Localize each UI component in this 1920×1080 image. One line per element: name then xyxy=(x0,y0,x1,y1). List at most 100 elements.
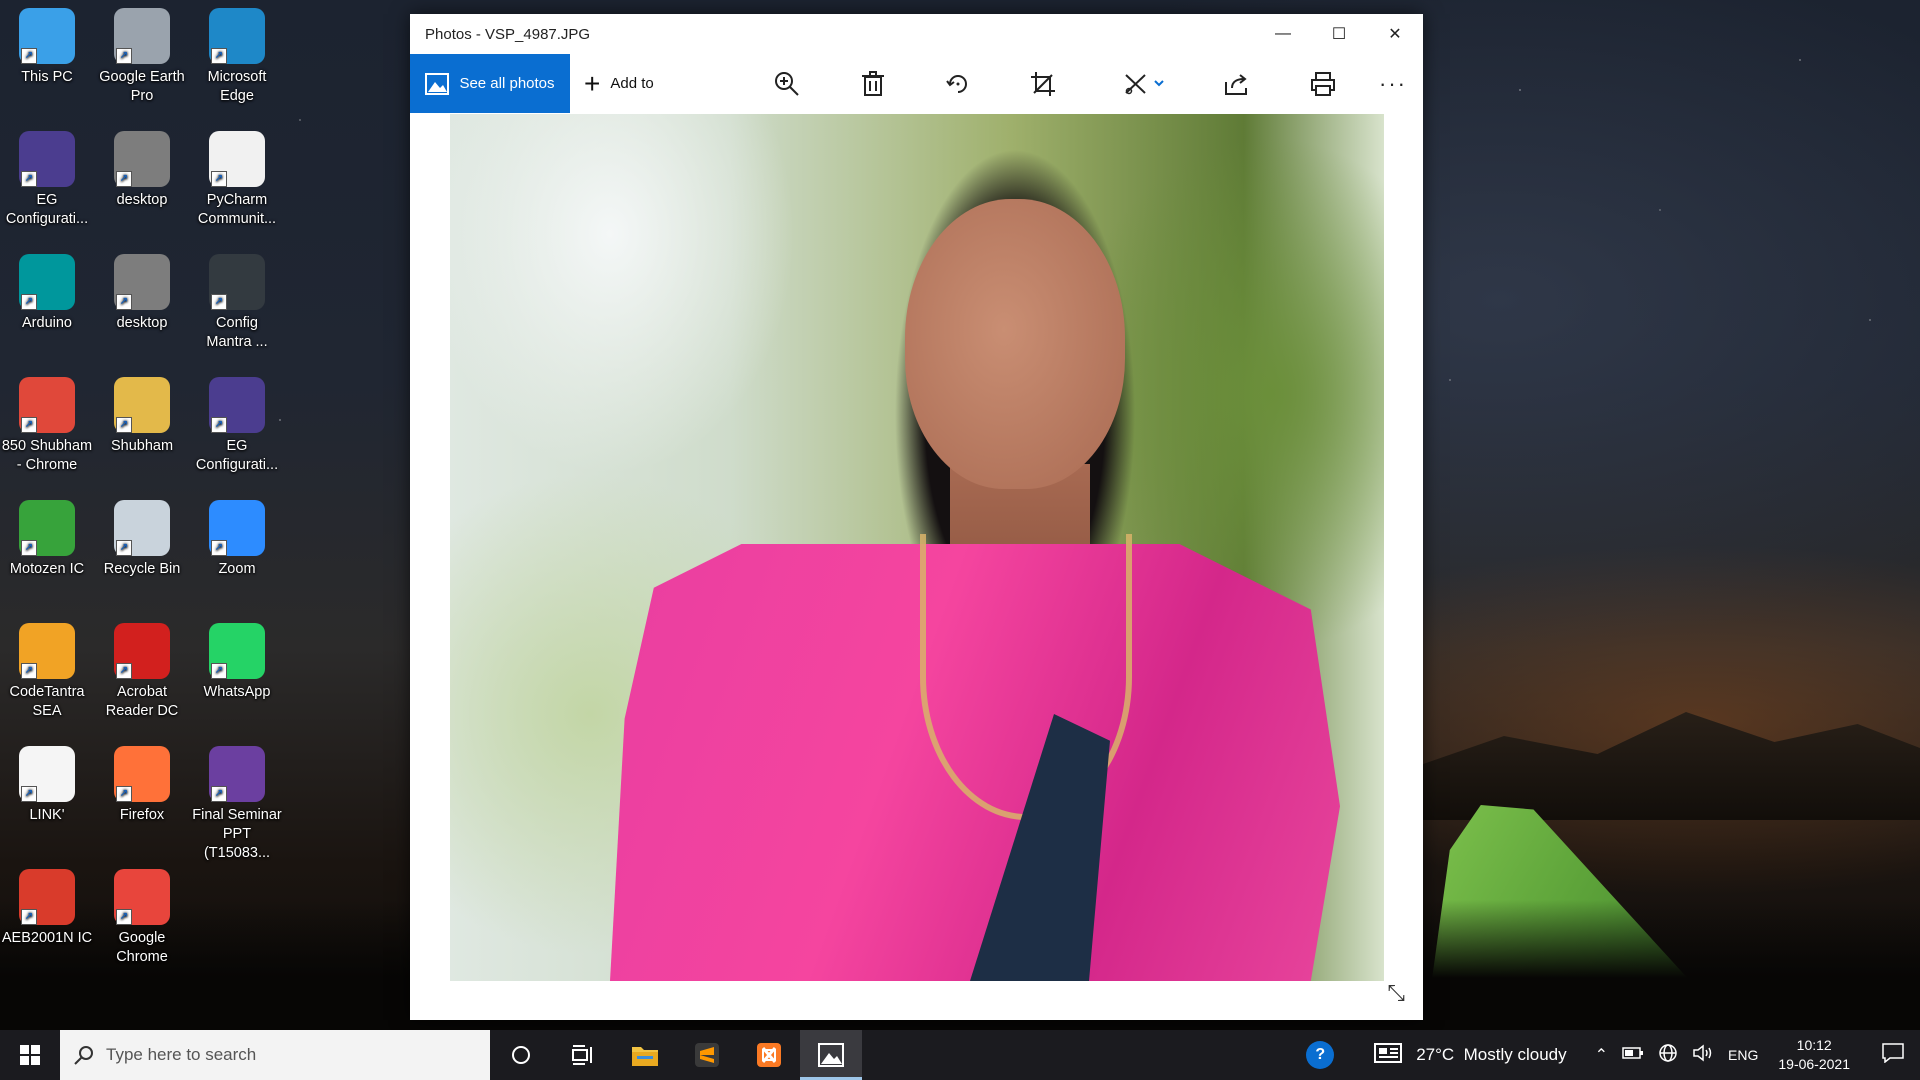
news-icon[interactable] xyxy=(1374,1042,1403,1068)
see-all-photos-button[interactable]: See all photos xyxy=(410,54,570,113)
system-tray: ? 27°C Mostly cloudy ⌃ ENG 10:12 19-06-2… xyxy=(1306,1030,1920,1080)
clock[interactable]: 10:12 19-06-2021 xyxy=(1778,1036,1850,1074)
desktop-icon-edge[interactable]: ↗ Microsoft Edge xyxy=(190,4,284,106)
xampp-icon xyxy=(757,1043,781,1067)
search-placeholder: Type here to search xyxy=(106,1045,257,1064)
config-mantra-icon: ↗ xyxy=(209,254,265,310)
user-folder-icon: ↗ xyxy=(114,377,170,433)
shortcut-arrow-icon: ↗ xyxy=(211,786,227,802)
desktop-icon-desktop-file[interactable]: ↗ desktop xyxy=(95,127,189,210)
share-icon[interactable] xyxy=(1222,69,1252,99)
ppt-file-icon: ↗ xyxy=(209,746,265,802)
maximize-button[interactable]: ☐ xyxy=(1311,14,1367,54)
shortcut-arrow-icon: ↗ xyxy=(21,417,37,433)
notification-center-icon[interactable] xyxy=(1882,1042,1904,1068)
delete-icon[interactable] xyxy=(858,69,888,99)
desktop-icon-pycharm-file[interactable]: ↗ PyCharm Communit... xyxy=(190,127,284,229)
desktop-icon-motozen[interactable]: ↗ Motozen IC xyxy=(0,496,94,579)
minimize-button[interactable]: — xyxy=(1255,14,1311,54)
desktop-icon-label-line2: - Chrome xyxy=(16,457,78,473)
language-indicator[interactable]: ENG xyxy=(1728,1047,1758,1063)
desktop-icon-label: CodeTantra xyxy=(9,684,85,700)
desktop-icon-label-line2: Reader DC xyxy=(105,703,179,719)
desktop-icon-label-line2: Edge xyxy=(220,88,254,104)
desktop-icon-chrome[interactable]: ↗ Google Chrome xyxy=(95,865,189,967)
shortcut-arrow-icon: ↗ xyxy=(21,663,37,679)
shortcut-arrow-icon: ↗ xyxy=(116,786,132,802)
desktop-icon-label: Recycle Bin xyxy=(103,561,181,577)
shortcut-arrow-icon: ↗ xyxy=(211,417,227,433)
desktop-icon-user-folder[interactable]: ↗ Shubham xyxy=(95,373,189,456)
desktop-icon-eg-config[interactable]: ↗ EG Configurati... xyxy=(190,373,284,475)
more-options-icon[interactable]: ··· xyxy=(1378,69,1408,99)
edge-icon: ↗ xyxy=(209,8,265,64)
sublime-text-taskbar-button[interactable] xyxy=(676,1030,738,1080)
start-button[interactable] xyxy=(0,1030,60,1080)
chrome-profile-icon: ↗ xyxy=(19,377,75,433)
add-to-button[interactable]: + Add to xyxy=(584,69,654,97)
photos-icon xyxy=(818,1043,844,1067)
shortcut-arrow-icon: ↗ xyxy=(211,171,227,187)
desktop-icon-config-mantra[interactable]: ↗ Config Mantra ... xyxy=(190,250,284,352)
weather-text[interactable]: 27°C Mostly cloudy xyxy=(1416,1045,1566,1065)
shortcut-arrow-icon: ↗ xyxy=(21,171,37,187)
desktop-icon-label: Google xyxy=(118,930,166,946)
desktop-icon-label: Acrobat xyxy=(117,684,167,700)
desktop-icon-label: Config xyxy=(216,315,258,331)
desktop-icon-codetantra[interactable]: ↗ CodeTantra SEA xyxy=(0,619,94,721)
taskbar-search-box[interactable]: Type here to search xyxy=(60,1030,490,1080)
help-icon[interactable]: ? xyxy=(1306,1041,1335,1069)
desktop-icon-this-pc[interactable]: ↗ This PC xyxy=(0,4,94,87)
network-globe-icon[interactable] xyxy=(1658,1043,1678,1068)
desktop-icon-whatsapp[interactable]: ↗ WhatsApp xyxy=(190,619,284,702)
arduino-icon: ↗ xyxy=(19,254,75,310)
desktop-icon-label: EG xyxy=(36,192,58,208)
desktop-icon-label-line2: Configurati... xyxy=(195,457,279,473)
desktop-icon-desktop-file[interactable]: ↗ desktop xyxy=(95,250,189,333)
motozen-icon: ↗ xyxy=(19,500,75,556)
eg-config-icon: ↗ xyxy=(19,131,75,187)
task-view-button[interactable] xyxy=(552,1030,614,1080)
desktop-icon-recycle-bin[interactable]: ↗ Recycle Bin xyxy=(95,496,189,579)
zoom-in-icon[interactable] xyxy=(772,69,802,99)
print-icon[interactable] xyxy=(1308,69,1338,99)
cortana-button[interactable] xyxy=(490,1030,552,1080)
shortcut-arrow-icon: ↗ xyxy=(21,909,37,925)
desktop-icon-chrome-profile[interactable]: ↗ 850 Shubham - Chrome xyxy=(0,373,94,475)
photo-viewer-image[interactable] xyxy=(450,114,1384,981)
aeb-ic-icon: ↗ xyxy=(19,869,75,925)
desktop-icon-text-file[interactable]: ↗ LINK' xyxy=(0,742,94,825)
desktop-icon-aeb-ic[interactable]: ↗ AEB2001N IC xyxy=(0,865,94,948)
edit-create-icon[interactable] xyxy=(1120,69,1170,99)
add-to-label: Add to xyxy=(610,75,654,92)
desktop-icon-arduino[interactable]: ↗ Arduino xyxy=(0,250,94,333)
desktop-icon-ppt-file[interactable]: ↗ Final Seminar PPT (T15083... xyxy=(190,742,284,863)
desktop-icon-label: Zoom xyxy=(218,561,256,577)
google-earth-pro-icon: ↗ xyxy=(114,8,170,64)
task-view-icon xyxy=(572,1045,592,1065)
crop-icon[interactable] xyxy=(1028,69,1058,99)
chevron-up-icon[interactable]: ⌃ xyxy=(1595,1045,1608,1065)
xampp-taskbar-button[interactable] xyxy=(738,1030,800,1080)
desktop-icon-label: This PC xyxy=(21,69,73,85)
full-screen-icon[interactable]: ⤡ xyxy=(1387,980,1405,1006)
close-button[interactable]: ✕ xyxy=(1367,14,1423,54)
desktop-file-icon: ↗ xyxy=(114,131,170,187)
file-explorer-icon xyxy=(632,1047,658,1066)
desktop-icon-label: AEB2001N IC xyxy=(1,930,93,946)
desktop-icon-label: Motozen IC xyxy=(9,561,85,577)
battery-icon[interactable] xyxy=(1622,1046,1644,1065)
see-all-photos-label: See all photos xyxy=(459,75,555,92)
desktop-icon-google-earth-pro[interactable]: ↗ Google Earth Pro xyxy=(95,4,189,106)
desktop-icon-eg-config[interactable]: ↗ EG Configurati... xyxy=(0,127,94,229)
desktop-icon-label: Arduino xyxy=(22,315,72,331)
desktop-icon-label-line2: Mantra ... xyxy=(206,334,268,350)
shortcut-arrow-icon: ↗ xyxy=(116,540,132,556)
desktop-icon-zoom[interactable]: ↗ Zoom xyxy=(190,496,284,579)
desktop-icon-acrobat[interactable]: ↗ Acrobat Reader DC xyxy=(95,619,189,721)
desktop-icon-firefox[interactable]: ↗ Firefox xyxy=(95,742,189,825)
file-explorer-taskbar-button[interactable] xyxy=(614,1030,676,1080)
rotate-icon[interactable] xyxy=(943,69,973,99)
volume-icon[interactable] xyxy=(1692,1043,1714,1068)
photos-taskbar-button[interactable] xyxy=(800,1030,862,1080)
